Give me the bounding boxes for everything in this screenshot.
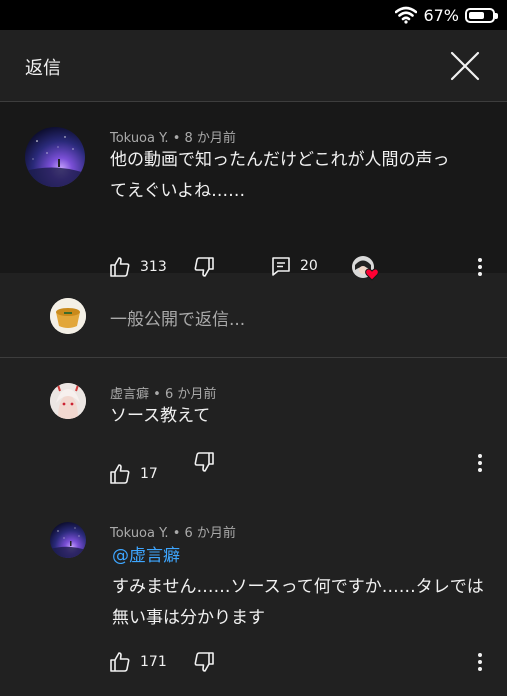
reply-input-row: 一般公開で返信...: [0, 273, 507, 358]
mention-link[interactable]: @虚言癖: [112, 541, 484, 572]
dislike-button[interactable]: [192, 650, 216, 674]
comment-line: 無い事は分かります: [112, 608, 265, 628]
comment-meta: 虚言癖 • 6 か月前: [110, 383, 216, 402]
avatar-image: [50, 527, 86, 558]
comment-text: 他の動画で知ったんだけどこれが人間の声っ てえぐいよね……: [110, 145, 450, 207]
comment-line: すみません……ソースって何ですか……タレでは: [112, 577, 484, 597]
status-indicators: 67%: [395, 4, 498, 26]
avatar[interactable]: [50, 522, 86, 558]
reply-count: 20: [300, 258, 318, 274]
parent-comment: Tokuoa Y. • 8 か月前 他の動画で知ったんだけどこれが人間の声っ て…: [0, 102, 507, 281]
comment-time[interactable]: 6 か月前: [185, 526, 236, 541]
avatar: [50, 298, 86, 334]
close-icon: [447, 48, 483, 84]
battery-percent: 67%: [423, 5, 459, 25]
comment-time[interactable]: 8 か月前: [185, 131, 236, 146]
avatar[interactable]: [25, 127, 85, 187]
avatar-image: [25, 136, 85, 187]
comment-meta: Tokuoa Y. • 8 か月前: [110, 127, 236, 146]
replies-panel: 返信 Tokuoa Y. • 8 か月前 他の動画で知ったんだけどこれが人間の声…: [0, 30, 507, 696]
user-avatar-image: [50, 298, 86, 334]
comment-time[interactable]: 6 か月前: [165, 387, 216, 402]
meta-separator: •: [153, 387, 165, 402]
author-name[interactable]: Tokuoa Y.: [110, 131, 169, 146]
battery-icon: [465, 7, 498, 23]
more-icon: [470, 650, 490, 671]
meta-separator: •: [172, 131, 185, 146]
dislike-button[interactable]: [192, 450, 216, 474]
like-count: 17: [140, 466, 158, 482]
author-name[interactable]: Tokuoa Y.: [110, 526, 169, 541]
meta-separator: •: [172, 526, 185, 541]
close-button[interactable]: [447, 48, 483, 84]
avatar-image: [50, 383, 86, 419]
wifi-icon: [395, 6, 418, 24]
comment-text: ソース教えて: [110, 406, 211, 426]
avatar[interactable]: [50, 383, 86, 419]
more-options-button[interactable]: [470, 650, 490, 674]
panel-title: 返信: [25, 58, 61, 79]
thumb-down-icon: [192, 450, 216, 474]
battery-level: [469, 11, 484, 19]
status-bar: 67%: [0, 0, 507, 30]
more-icon: [470, 451, 490, 472]
comment-meta: Tokuoa Y. • 6 か月前: [110, 522, 236, 541]
thumb-down-icon: [192, 650, 216, 674]
like-button[interactable]: 17: [108, 462, 158, 486]
comment-text: @虚言癖 すみません……ソースって何ですか……タレでは 無い事は分かります: [112, 541, 484, 634]
thumb-up-icon: [108, 462, 132, 486]
thumb-up-icon: [108, 650, 132, 674]
comment-line: 他の動画で知ったんだけどこれが人間の声っ: [110, 150, 450, 170]
panel-header: 返信: [0, 30, 507, 102]
like-button[interactable]: 171: [108, 650, 167, 674]
comment-line: てえぐいよね……: [110, 181, 246, 201]
reply-input[interactable]: 一般公開で返信...: [110, 305, 245, 330]
more-options-button[interactable]: [470, 451, 490, 475]
like-count: 171: [140, 654, 167, 670]
author-name[interactable]: 虚言癖: [110, 387, 149, 402]
